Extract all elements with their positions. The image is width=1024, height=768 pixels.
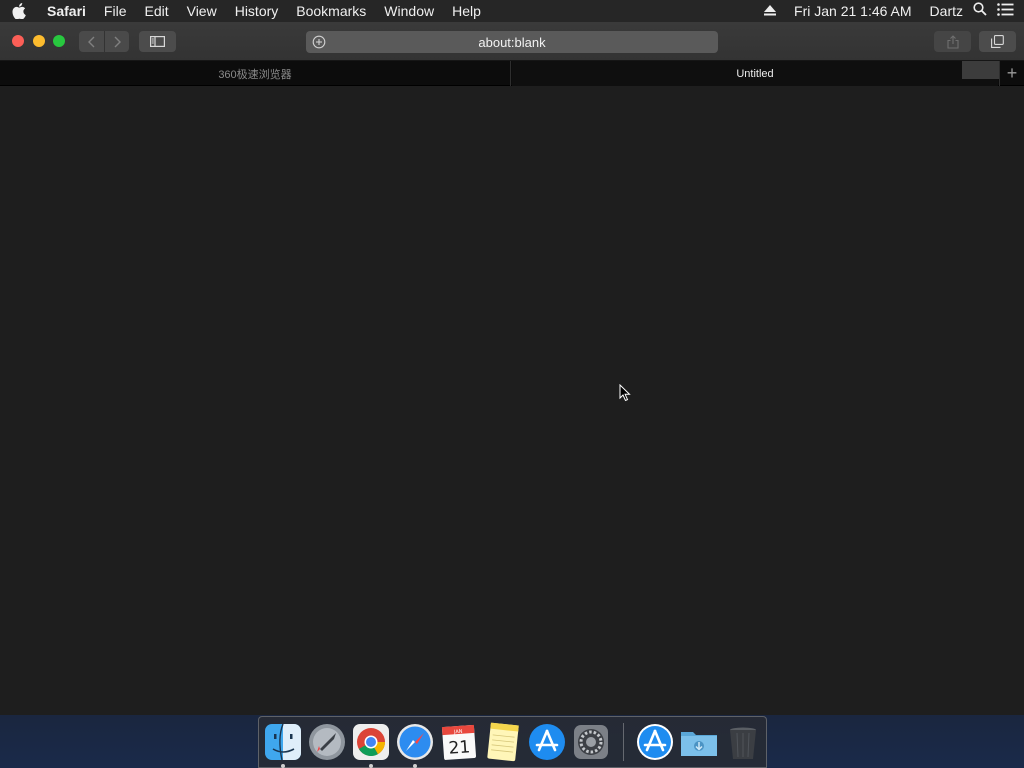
tab-title: 360极速浏览器 (218, 68, 292, 81)
forward-button[interactable] (104, 31, 129, 52)
menu-edit[interactable]: Edit (135, 0, 177, 22)
plus-icon: + (1006, 63, 1018, 83)
menu-view[interactable]: View (178, 0, 226, 22)
gear-icon (574, 725, 608, 759)
tab-untitled[interactable]: Untitled (512, 61, 998, 86)
address-text: about:blank (478, 34, 546, 50)
menu-window[interactable]: Window (375, 0, 443, 22)
menu-bookmarks[interactable]: Bookmarks (287, 0, 375, 22)
calendar-day: 21 (448, 737, 471, 758)
dock-app-store[interactable] (527, 722, 567, 762)
dock-app-store-stack[interactable] (635, 722, 675, 762)
spotlight-search-icon[interactable] (973, 0, 987, 22)
running-indicator (281, 764, 285, 768)
calendar-icon: JAN 21 (441, 724, 477, 760)
app-store-icon (529, 724, 565, 760)
menu-history[interactable]: History (226, 0, 288, 22)
tab-360-browser[interactable]: 360极速浏览器 (0, 61, 511, 86)
finder-icon (265, 723, 301, 761)
dock-calendar[interactable]: JAN 21 (439, 722, 479, 762)
chevron-left-icon (88, 36, 95, 47)
dock-separator (623, 723, 624, 761)
navigation-buttons (79, 31, 129, 52)
dock-chrome[interactable] (351, 722, 391, 768)
menu-app-safari[interactable]: Safari (38, 0, 95, 22)
safari-compass-icon (397, 724, 433, 760)
running-indicator (413, 764, 417, 768)
tab-bar: 360极速浏览器 Untitled + (0, 61, 1024, 86)
dock: JAN 21 (258, 716, 767, 768)
chevron-right-icon (114, 36, 121, 47)
share-icon (946, 34, 959, 49)
address-bar[interactable]: about:blank (306, 31, 718, 53)
notification-center-icon[interactable] (997, 0, 1014, 22)
sidebar-toggle-button[interactable] (139, 31, 176, 52)
notes-icon (487, 722, 519, 762)
chrome-icon (353, 724, 389, 760)
dock-finder[interactable] (263, 722, 303, 768)
tab-title: Untitled (736, 67, 774, 80)
back-button[interactable] (79, 31, 104, 52)
apple-menu[interactable] (0, 3, 38, 19)
show-all-tabs-button[interactable] (979, 31, 1016, 52)
app-store-icon (637, 724, 673, 760)
dock-notes[interactable] (483, 722, 523, 762)
trash-icon (730, 727, 756, 759)
dock-system-preferences[interactable] (571, 722, 611, 762)
safari-window: about:blank 360极速浏览器 Untitled + (0, 22, 1024, 715)
new-tab-button[interactable]: + (999, 61, 1024, 86)
dock-downloads-folder[interactable] (679, 722, 719, 762)
launchpad-rocket-icon (309, 724, 345, 760)
web-content-area[interactable] (0, 86, 1024, 715)
menu-bar: Safari File Edit View History Bookmarks … (0, 0, 1024, 22)
menubar-clock[interactable]: Fri Jan 21 1:46 AM (794, 0, 912, 22)
menu-help[interactable]: Help (443, 0, 490, 22)
eject-icon[interactable] (764, 0, 777, 22)
dock-launchpad[interactable] (307, 722, 347, 762)
tabs-overview-icon (991, 35, 1004, 48)
minimize-window-button[interactable] (33, 35, 45, 47)
share-button[interactable] (934, 31, 971, 52)
apple-logo-icon (12, 3, 26, 19)
fullscreen-window-button[interactable] (53, 35, 65, 47)
close-window-button[interactable] (12, 35, 24, 47)
downloads-folder-icon (681, 732, 717, 756)
add-bookmark-plus-icon[interactable] (312, 35, 326, 49)
mouse-cursor-icon (619, 383, 631, 407)
tab-overflow-area[interactable] (962, 61, 999, 79)
menubar-user[interactable]: Dartz (930, 0, 963, 22)
toolbar: about:blank (0, 22, 1024, 61)
dock-trash[interactable] (723, 722, 763, 762)
running-indicator (369, 764, 373, 768)
menu-file[interactable]: File (95, 0, 136, 22)
sidebar-icon (150, 36, 165, 47)
dock-safari[interactable] (395, 722, 435, 768)
calendar-month: JAN (453, 729, 463, 736)
